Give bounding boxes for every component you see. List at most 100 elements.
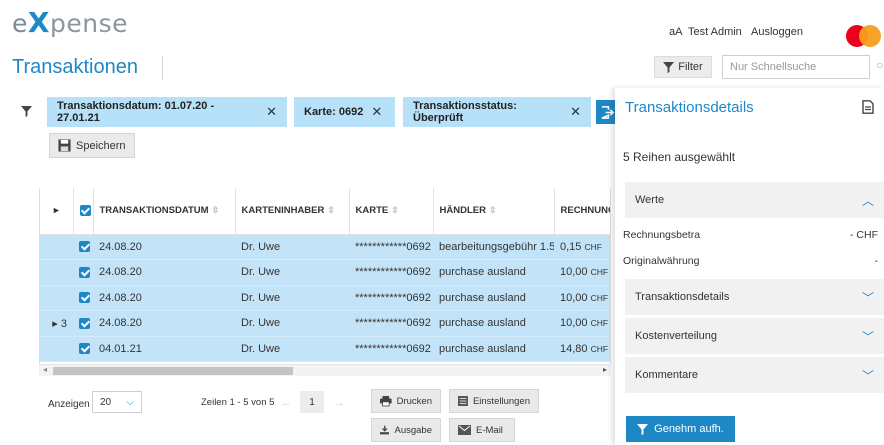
section-transaction-details-label: Transaktionsdetails — [635, 291, 730, 303]
cell-amount: 14,80 CHF — [554, 336, 610, 362]
settings-button[interactable]: Einstellungen — [449, 389, 539, 413]
remove-filter-icon[interactable]: ✕ — [371, 104, 382, 120]
cell-merchant: purchase ausland — [433, 285, 554, 311]
download-icon — [380, 425, 390, 435]
printer-icon — [380, 396, 392, 407]
column-header-merchant[interactable]: HÄNDLER ⇳ — [433, 188, 555, 235]
cell-amount: 10,00 CHF — [554, 310, 610, 337]
remove-filter-icon[interactable]: ✕ — [570, 104, 581, 120]
expand-row-icon[interactable]: ▸ — [52, 318, 58, 330]
page-size-value: 20 — [100, 396, 112, 408]
cell-merchant: bearbeitungsgebühr 1.5 — [433, 234, 554, 260]
scroll-right-icon[interactable]: ▸ — [603, 365, 607, 374]
filter-chip-date[interactable]: Transaktionsdatum: 01.07.20 - 27.01.21 ✕ — [47, 97, 287, 127]
page-size-label: Anzeigen — [48, 399, 90, 410]
scrollbar-thumb[interactable] — [53, 367, 293, 375]
column-header-card[interactable]: KARTE ⇳ — [349, 188, 434, 235]
cell-date: 24.08.20 — [93, 285, 235, 311]
field-invoice-amount: Rechnungsbetra - CHF — [623, 229, 878, 241]
row-checkbox[interactable] — [73, 234, 93, 260]
filter-chip-status[interactable]: Transaktionsstatus: Überprüft ✕ — [403, 97, 591, 127]
table-row[interactable]: 24.08.20 Dr. Uwe ************0692 purcha… — [40, 285, 610, 311]
section-comments[interactable]: Kommentare ﹀ — [625, 357, 884, 394]
email-button[interactable]: E-Mail — [449, 418, 515, 442]
cell-date: 04.01.21 — [93, 336, 235, 362]
settings-icon — [458, 396, 468, 406]
filter-chip-label: Transaktionsstatus: Überprüft — [413, 100, 517, 124]
revoke-approval-button[interactable]: Genehm aufh. — [626, 416, 735, 442]
cell-merchant: purchase ausland — [433, 259, 554, 286]
font-size-toggle[interactable]: aA — [669, 26, 682, 38]
field-value: - CHF — [850, 229, 878, 241]
table-row[interactable]: ▸ 3 24.08.20 Dr. Uwe ************0692 pu… — [40, 310, 610, 337]
chevron-down-icon: ⌵ — [126, 396, 134, 408]
column-header-date[interactable]: TRANSAKTIONSDATUM ⇳ — [93, 188, 236, 235]
selection-info: 5 Reihen ausgewählt — [623, 150, 736, 164]
transactions-grid[interactable]: ▸ TRANSAKTIONSDATUM ⇳ KARTENINHABER ⇳ KART… — [39, 188, 611, 376]
save-button-label: Speichern — [76, 139, 126, 152]
next-page-icon[interactable]: → — [334, 397, 345, 409]
column-header-amount[interactable]: RECHNUNGSBETRAG — [554, 188, 610, 235]
expand-all-toggle[interactable]: ▸ — [40, 188, 74, 235]
section-cost-distribution-label: Kostenverteilung — [635, 330, 717, 342]
section-comments-label: Kommentare — [635, 369, 698, 381]
search-icon[interactable]: ○ — [876, 58, 883, 72]
quick-search-input[interactable]: Nur Schnellsuche — [722, 55, 870, 79]
row-checkbox[interactable] — [73, 336, 93, 362]
exit-panel-icon — [601, 105, 614, 119]
horizontal-scrollbar[interactable]: ◂ ▸ — [39, 364, 611, 376]
section-transaction-details[interactable]: Transaktionsdetails ﹀ — [625, 279, 884, 316]
chevron-down-icon: ﹀ — [861, 368, 874, 383]
page-size-select[interactable]: 20 ⌵ — [92, 391, 142, 413]
chevron-down-icon: ﹀ — [861, 329, 874, 344]
cell-card: ************0692 — [349, 259, 433, 286]
column-header-holder[interactable]: KARTENINHABER ⇳ — [235, 188, 350, 235]
save-button[interactable]: Speichern — [49, 133, 135, 158]
cell-amount: 10,00 CHF — [554, 285, 610, 311]
cell-merchant: purchase ausland — [433, 310, 554, 337]
field-value: - — [874, 255, 879, 267]
cell-card: ************0692 — [349, 310, 433, 337]
field-label: Rechnungsbetra — [623, 229, 701, 241]
details-panel-title: Transaktionsdetails — [625, 99, 754, 116]
mastercard-logo — [846, 25, 884, 47]
filter-icon — [637, 423, 649, 435]
export-button-label: Ausgabe — [394, 424, 432, 436]
cell-amount: 0,15 CHF — [554, 234, 610, 260]
section-values-label: Werte — [635, 194, 665, 206]
revoke-approval-label: Genehm aufh. — [654, 423, 724, 435]
logout-link[interactable]: Ausloggen — [751, 26, 803, 38]
row-checkbox[interactable] — [73, 310, 93, 337]
email-button-label: E-Mail — [476, 424, 503, 436]
table-row[interactable]: 24.08.20 Dr. Uwe ************0692 bearbe… — [40, 234, 610, 260]
field-original-currency: Originalwährung - — [623, 255, 878, 267]
export-button[interactable]: Ausgabe — [371, 418, 441, 442]
cell-date: 24.08.20 — [93, 310, 235, 337]
cell-amount: 10,00 CHF — [554, 259, 610, 286]
row-checkbox[interactable] — [73, 259, 93, 286]
filter-chip-card[interactable]: Karte: 0692 ✕ — [294, 97, 395, 127]
row-group-toggle — [40, 234, 73, 260]
section-cost-distribution[interactable]: Kostenverteilung ﹀ — [625, 318, 884, 355]
select-all-checkbox[interactable] — [73, 188, 94, 235]
filter-button[interactable]: Filter — [654, 56, 712, 78]
current-page-button[interactable]: 1 — [300, 391, 324, 413]
prev-page-icon[interactable]: ← — [281, 397, 292, 409]
remove-filter-icon[interactable]: ✕ — [266, 104, 277, 120]
table-row[interactable]: 24.08.20 Dr. Uwe ************0692 purcha… — [40, 259, 610, 286]
row-checkbox[interactable] — [73, 285, 93, 311]
scroll-left-icon[interactable]: ◂ — [43, 365, 47, 374]
page-title: Transaktionen — [12, 56, 138, 78]
row-group-toggle — [40, 285, 73, 311]
filter-button-label: Filter — [678, 61, 703, 73]
document-icon[interactable] — [862, 100, 874, 117]
table-row[interactable]: 04.01.21 Dr. Uwe ************0692 purcha… — [40, 336, 610, 362]
section-values[interactable]: Werte ︿ — [625, 182, 884, 219]
print-button[interactable]: Drucken — [371, 389, 441, 413]
row-group-toggle[interactable]: ▸ 3 — [40, 310, 73, 337]
cell-holder: Dr. Uwe — [235, 234, 349, 260]
field-label: Originalwährung — [623, 255, 700, 267]
settings-button-label: Einstellungen — [472, 395, 530, 407]
chevron-up-icon: ︿ — [861, 193, 874, 208]
cell-holder: Dr. Uwe — [235, 310, 349, 337]
